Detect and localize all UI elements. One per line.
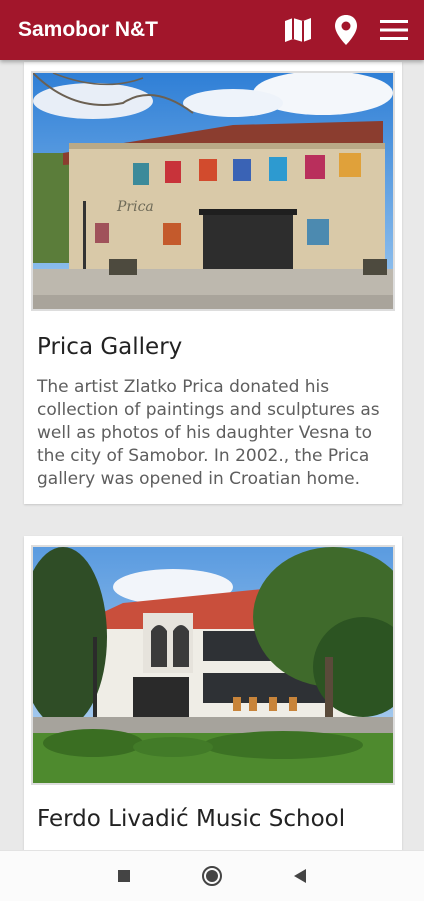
app-title: Samobor N&T <box>18 18 159 41</box>
home-button[interactable] <box>199 863 225 889</box>
back-button[interactable] <box>287 863 313 889</box>
menu-icon <box>380 20 408 40</box>
item-title: Ferdo Livadić Music School <box>37 806 346 832</box>
item-description: The artist Zlatko Prica donated his coll… <box>37 377 380 489</box>
recents-square-icon <box>118 870 130 882</box>
location-pin-icon <box>335 15 357 45</box>
app-bar: Samobor N&T <box>0 0 424 60</box>
recents-button[interactable] <box>111 863 137 889</box>
map-button[interactable] <box>274 0 322 60</box>
gallery-photo: Prica <box>31 71 395 311</box>
item-title: Prica Gallery <box>37 334 183 360</box>
location-button[interactable] <box>322 0 370 60</box>
attractions-list[interactable]: Prica Prica Gallery The artist Zlatko Pr… <box>0 60 424 850</box>
home-circle-icon <box>202 866 222 886</box>
menu-button[interactable] <box>370 0 418 60</box>
list-item[interactable]: Prica Prica Gallery The artist Zlatko Pr… <box>24 62 402 504</box>
back-triangle-icon <box>294 869 306 883</box>
music-school-photo <box>31 545 395 785</box>
list-item[interactable]: Ferdo Livadić Music School <box>24 536 402 850</box>
map-icon <box>285 18 311 42</box>
system-navigation-bar <box>0 850 424 901</box>
svg-text:Prica: Prica <box>116 199 154 215</box>
